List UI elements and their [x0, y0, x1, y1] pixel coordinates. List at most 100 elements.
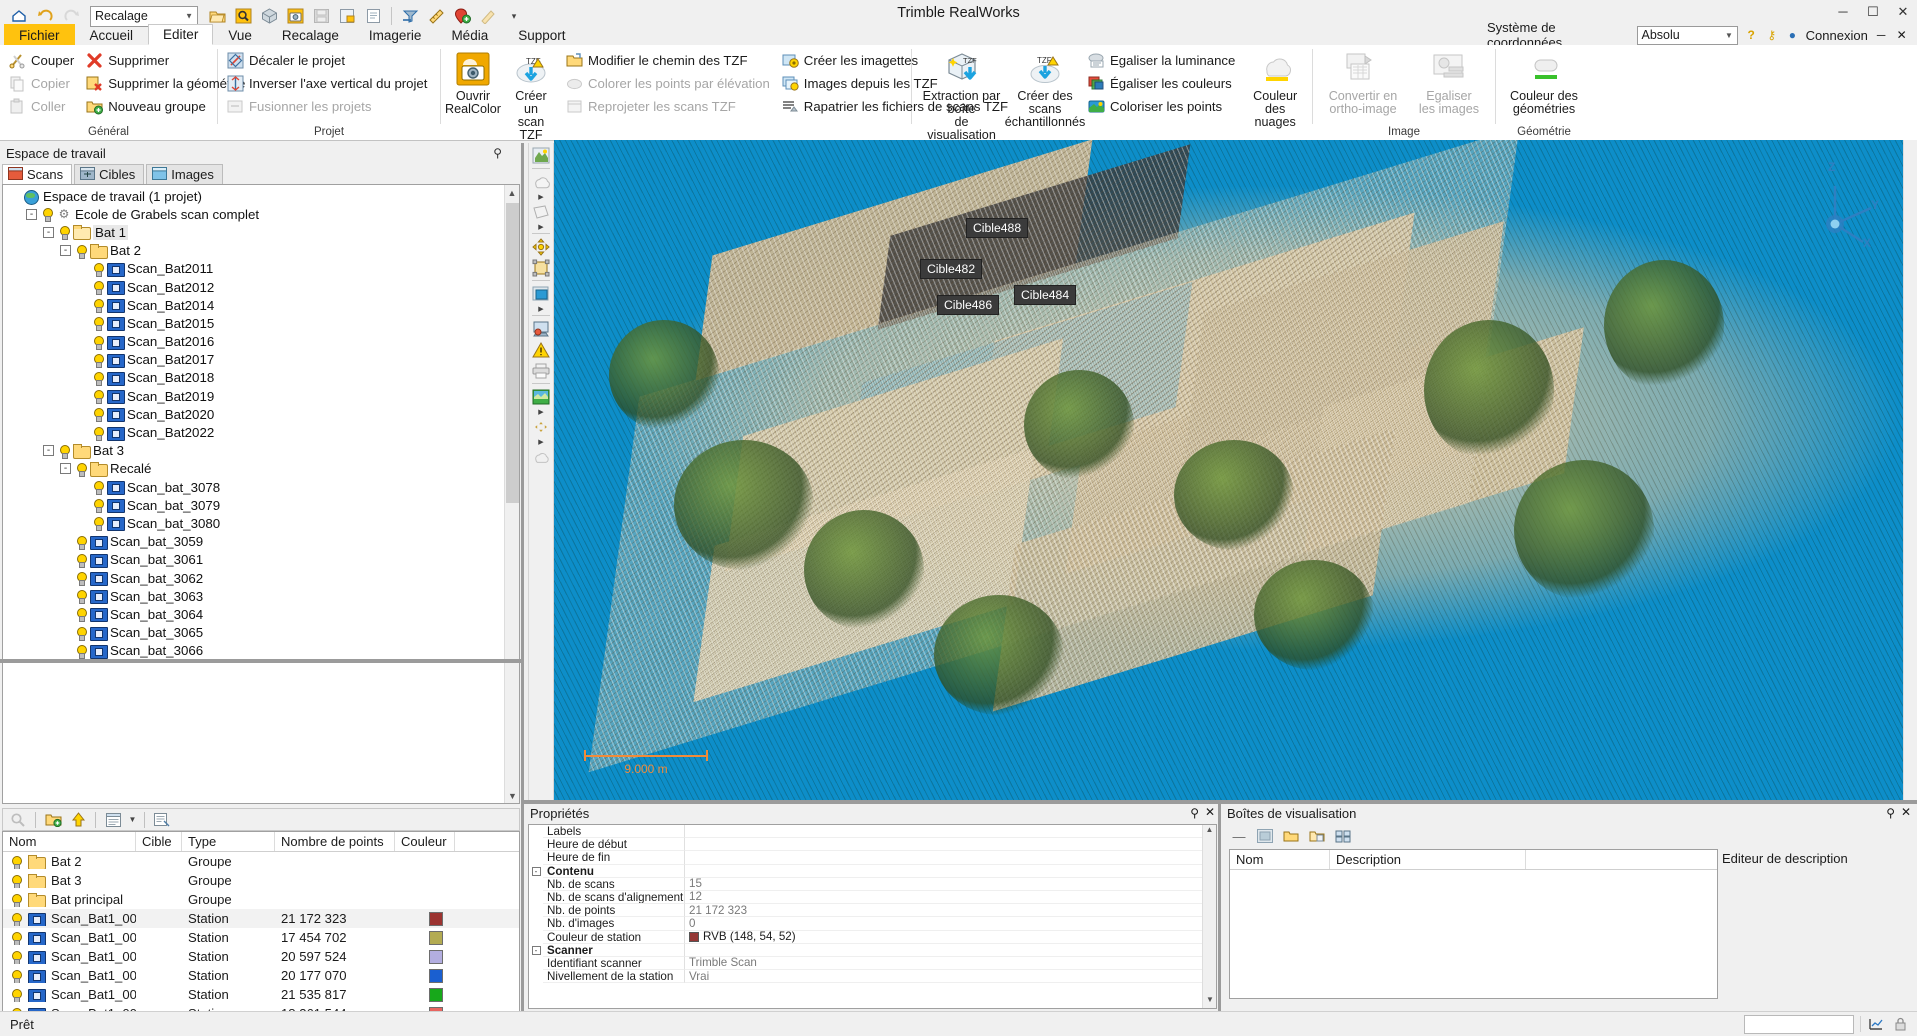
property-value[interactable]: 15 — [685, 878, 1216, 891]
cloud-settings-icon[interactable] — [530, 446, 552, 467]
tree-item[interactable]: Scan_Bat2011 — [3, 260, 519, 278]
visibility-bulb-icon[interactable] — [57, 444, 71, 459]
property-value[interactable]: Vrai — [685, 970, 1216, 984]
boxes-column-header[interactable]: Nom — [1230, 850, 1330, 869]
tab-images[interactable]: Images — [146, 164, 223, 184]
property-row[interactable]: Nb. de points 21 172 323 — [529, 904, 1216, 918]
login-label[interactable]: Connexion — [1806, 28, 1868, 43]
maximize-icon[interactable]: ☐ — [1865, 4, 1881, 20]
visibility-bulb-icon[interactable] — [91, 516, 105, 532]
lock-icon[interactable] — [1891, 1015, 1909, 1033]
properties-vertical-scrollbar[interactable]: ▲ ▼ — [1202, 825, 1216, 1008]
move-gizmo-icon[interactable] — [530, 236, 552, 257]
clip-box-icon[interactable] — [530, 283, 552, 304]
visibility-bulb-icon[interactable] — [91, 353, 105, 368]
property-value[interactable]: Trimble Scan — [685, 957, 1216, 971]
list-column-header[interactable]: Nombre de points — [275, 832, 395, 851]
chevron-right-icon[interactable]: ▶ — [530, 304, 552, 313]
ribbon-tab-editer[interactable]: Editer — [148, 24, 214, 45]
visibility-bulb-icon[interactable] — [9, 855, 23, 869]
tree-item[interactable]: Scan_Bat2022 — [3, 423, 519, 441]
ribbon-item-egaliser-luminance[interactable]: Egaliser la luminance — [1083, 49, 1240, 71]
tree-item[interactable]: Scan_bat_3078 — [3, 478, 519, 496]
scroll-up-icon[interactable]: ▲ — [505, 185, 519, 200]
tree-item[interactable]: - ⚙ Ecole de Grabels scan complet — [3, 205, 519, 223]
visibility-bulb-icon[interactable] — [74, 553, 88, 568]
gradient-view-icon[interactable] — [530, 386, 552, 407]
target-label[interactable]: Cible486 — [937, 295, 1000, 315]
color-swatch[interactable] — [429, 949, 443, 964]
view-mode-dropdown-icon[interactable]: ▼ — [127, 810, 138, 830]
property-value[interactable]: 12 — [685, 891, 1216, 905]
property-row[interactable]: Heure de fin — [529, 851, 1216, 865]
property-row[interactable]: Couleur de station RVB (148, 54, 52) — [529, 930, 1216, 944]
table-row[interactable]: Scan_Bat1_001 Station 21 172 323 — [3, 909, 519, 928]
ribbon-tab-imagerie[interactable]: Imagerie — [354, 24, 437, 45]
visibility-bulb-icon[interactable] — [74, 244, 88, 259]
properties-grid[interactable]: Labels Heure de début Heure de fin - Contenu… — [528, 824, 1217, 1009]
property-expander-icon[interactable]: - — [531, 866, 541, 876]
minimize-icon[interactable]: ─ — [1835, 4, 1851, 20]
color-swatch[interactable] — [429, 911, 443, 926]
tree-item[interactable]: Scan_Bat2018 — [3, 369, 519, 387]
visibility-bulb-icon[interactable] — [9, 931, 23, 945]
property-row[interactable]: Labels — [529, 825, 1216, 839]
list-column-header[interactable]: Couleur — [395, 832, 455, 851]
scan-list-view[interactable]: Nom Cible Type Nombre de points Couleur Bat … — [2, 831, 520, 1036]
visibility-bulb-icon[interactable] — [9, 874, 23, 888]
3d-viewport[interactable]: Cible488 Cible482 Cible484 Cible486 9.00… — [554, 140, 1917, 802]
tree-item[interactable]: Scan_bat_3065 — [3, 624, 519, 642]
visibility-bulb-icon[interactable] — [9, 893, 23, 907]
table-row[interactable]: Bat 2 Groupe — [3, 852, 519, 871]
tree-item[interactable]: Scan_bat_3059 — [3, 533, 519, 551]
list-column-header[interactable]: Type — [182, 832, 275, 851]
tab-scans[interactable]: Scans — [2, 164, 73, 184]
warning-icon[interactable] — [530, 339, 552, 360]
property-value[interactable] — [685, 838, 1216, 852]
visibility-bulb-icon[interactable] — [57, 225, 71, 241]
visibility-bulb-icon[interactable] — [91, 335, 105, 350]
table-row[interactable]: Scan_Bat1_004 Station 20 177 070 — [3, 966, 519, 985]
visibility-bulb-icon[interactable] — [91, 480, 105, 496]
visibility-bulb-icon[interactable] — [9, 988, 23, 1002]
table-row[interactable]: Bat 3 Groupe — [3, 871, 519, 890]
ribbon-item-egaliser-couleurs[interactable]: Égaliser les couleurs — [1083, 72, 1240, 94]
box-settings-icon[interactable] — [1333, 827, 1353, 846]
visibility-bulb-icon[interactable] — [91, 316, 105, 332]
chevron-right-icon[interactable]: ▶ — [530, 407, 552, 416]
print-icon[interactable] — [530, 360, 552, 381]
ribbon-button-extraction-boite[interactable]: TZF Extraction par boîte de visualisatio… — [916, 49, 1007, 144]
pin-icon[interactable]: ⚲ — [1190, 806, 1199, 820]
color-swatch[interactable] — [429, 987, 443, 1002]
boxes-column-header[interactable]: Description — [1330, 850, 1526, 869]
list-column-header[interactable]: Cible — [136, 832, 182, 851]
ribbon-button-couleur-des-nuages[interactable]: Couleur des nuages — [1242, 49, 1308, 131]
remove-box-icon[interactable]: — — [1229, 827, 1249, 846]
visibility-bulb-icon[interactable] — [91, 426, 105, 441]
visibility-bulb-icon[interactable] — [91, 407, 105, 423]
save-box-icon[interactable] — [1307, 827, 1327, 846]
ribbon-item-decaler-projet[interactable]: Décaler le projet — [222, 49, 432, 71]
visibility-bulb-icon[interactable] — [9, 912, 23, 926]
property-row[interactable]: - Scanner — [529, 943, 1216, 957]
move-up-icon[interactable] — [67, 810, 89, 830]
ribbon-item-inverser-axe[interactable]: Inverser l'axe vertical du projet — [222, 72, 432, 94]
boxes-list[interactable]: Nom Description — [1229, 849, 1718, 999]
tree-item[interactable]: Scan_bat_3063 — [3, 587, 519, 605]
scene-navigation-icon[interactable] — [530, 145, 552, 166]
target-label[interactable]: Cible482 — [920, 259, 983, 279]
color-swatch[interactable] — [429, 968, 443, 983]
property-row[interactable]: - Contenu — [529, 864, 1216, 878]
tree-item[interactable]: Scan_Bat2014 — [3, 296, 519, 314]
view-mode-icon[interactable] — [102, 810, 124, 830]
visibility-bulb-icon[interactable] — [91, 262, 105, 277]
tree-item[interactable]: - Recalé — [3, 460, 519, 478]
target-label[interactable]: Cible484 — [1014, 285, 1077, 305]
tree-item[interactable]: Scan_bat_3062 — [3, 569, 519, 587]
scrollbar-thumb[interactable] — [506, 203, 519, 503]
tree-item[interactable]: Scan_bat_3061 — [3, 551, 519, 569]
open-box-icon[interactable] — [1281, 827, 1301, 846]
ribbon-button-couleur-des-geometries[interactable]: Couleur des géométries — [1500, 49, 1588, 118]
property-row[interactable]: Heure de début — [529, 838, 1216, 852]
ribbon-tab-support[interactable]: Support — [503, 24, 580, 45]
